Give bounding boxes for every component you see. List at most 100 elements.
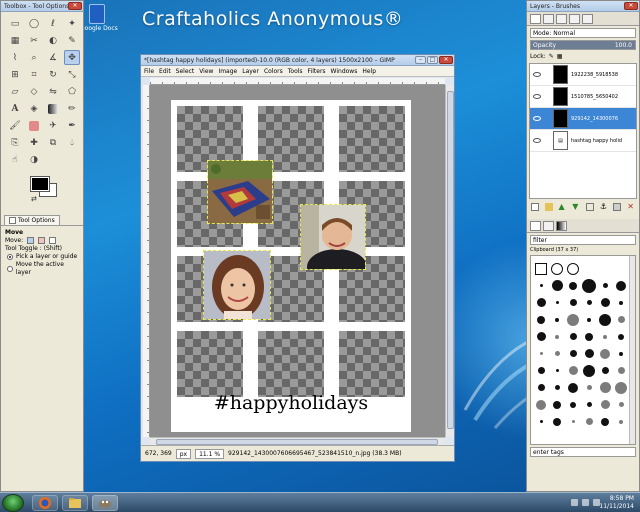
brush-preview[interactable] [536, 399, 546, 410]
dodge-icon[interactable]: ◑ [26, 152, 42, 167]
mask-layer-icon[interactable] [613, 203, 622, 211]
menu-view[interactable]: View [199, 68, 213, 75]
network-icon[interactable] [582, 499, 589, 506]
raise-layer-icon[interactable]: ▲ [559, 203, 567, 211]
menu-filters[interactable]: Filters [308, 68, 326, 75]
brush-preview[interactable] [555, 301, 559, 304]
brush-tags-input[interactable]: enter tags [530, 447, 636, 457]
layers-titlebar[interactable]: Layers - Brushes ✕ [527, 1, 639, 12]
brush-preview[interactable] [617, 316, 625, 323]
brush-scrollbar[interactable] [629, 256, 635, 444]
brush-preview[interactable] [583, 364, 595, 377]
smudge-icon[interactable]: ☝ [7, 152, 23, 167]
menu-edit[interactable]: Edit [159, 68, 171, 75]
photo-quilt-layer[interactable] [207, 160, 273, 224]
brush-preview[interactable] [619, 351, 623, 356]
move-layer-mode-icon[interactable] [27, 237, 35, 244]
radio-pick-layer[interactable]: Pick a layer or guide [5, 253, 79, 261]
brush-preview[interactable] [619, 300, 623, 305]
start-button[interactable] [2, 494, 24, 512]
brush-preview[interactable] [603, 334, 607, 339]
menu-layer[interactable]: Layer [242, 68, 259, 75]
visibility-eye-icon[interactable] [533, 94, 541, 99]
crop-icon[interactable]: ⌗ [26, 67, 42, 82]
visibility-eye-icon[interactable] [533, 138, 541, 143]
vertical-scroll-thumb[interactable] [447, 91, 454, 429]
foreground-select-icon[interactable]: ◐ [45, 33, 61, 48]
new-group-icon[interactable] [544, 203, 553, 211]
maximize-button[interactable]: □ [427, 56, 438, 64]
brush-preview[interactable] [539, 420, 543, 423]
brush-preview[interactable] [600, 298, 610, 307]
brush-preview[interactable] [555, 369, 559, 372]
brush-preview[interactable] [602, 283, 608, 288]
flag-icon[interactable] [571, 499, 578, 506]
brush-filter-input[interactable]: filter [530, 235, 636, 245]
brush-preview[interactable] [615, 381, 627, 394]
perspective-icon[interactable]: ◇ [26, 84, 42, 99]
tab-brushes[interactable] [582, 13, 593, 24]
brush-preview[interactable] [567, 313, 579, 326]
lasso-icon[interactable]: ℓ [45, 16, 61, 31]
tab-paths[interactable] [556, 13, 567, 24]
brush-preview[interactable] [535, 262, 547, 275]
brush-preview[interactable] [587, 317, 591, 322]
delete-layer-icon[interactable]: ✕ [627, 203, 635, 211]
opacity-slider[interactable]: Opacity 100.0 [530, 40, 636, 50]
text-icon[interactable]: A [7, 101, 23, 116]
close-button[interactable]: ✕ [439, 56, 453, 64]
move-selection-mode-icon[interactable] [37, 237, 45, 244]
brush-preview[interactable] [539, 352, 543, 355]
brush-preview[interactable] [551, 262, 563, 275]
photo-boy-layer[interactable] [300, 204, 366, 270]
brush-preview[interactable] [555, 317, 559, 322]
lower-layer-icon[interactable]: ▼ [572, 203, 580, 211]
brush-preview[interactable] [555, 334, 559, 339]
move-icon[interactable]: ✥ [64, 50, 80, 65]
move-path-mode-icon[interactable] [48, 237, 56, 244]
cage-icon[interactable]: ⬠ [64, 84, 80, 99]
ellipse-select-icon[interactable]: ◯ [26, 16, 42, 31]
brush-preview[interactable] [600, 400, 610, 409]
brush-preview[interactable] [584, 349, 594, 358]
menu-select[interactable]: Select [176, 68, 195, 75]
tab-patterns[interactable] [543, 220, 554, 231]
brush-preview[interactable] [568, 382, 578, 393]
swap-colors-icon[interactable]: ⇄ [31, 195, 39, 203]
brush-preview[interactable] [586, 402, 592, 407]
brush-preview[interactable] [554, 385, 560, 390]
layer-row[interactable]: 1922238_5918538 [530, 64, 636, 86]
vertical-ruler[interactable] [143, 85, 150, 437]
flip-icon[interactable]: ⇋ [45, 84, 61, 99]
layer-row[interactable]: 1510785_5650402 [530, 86, 636, 108]
tab-gradients[interactable] [556, 220, 567, 231]
brush-preview[interactable] [536, 332, 546, 341]
brush-preview[interactable] [570, 401, 576, 408]
brush-preview[interactable] [567, 262, 579, 275]
layer-row-selected[interactable]: 929142_14300076 [530, 108, 636, 130]
menu-help[interactable]: Help [362, 68, 376, 75]
brush-preview[interactable] [569, 333, 577, 340]
brush-preview[interactable] [585, 332, 593, 341]
brush-preview[interactable] [618, 402, 624, 407]
image-window-titlebar[interactable]: *[hashtag happy holidays] (imported)-10.… [141, 55, 454, 66]
firefox-taskbar-button[interactable] [32, 495, 58, 511]
ink-icon[interactable]: ✒ [64, 118, 80, 133]
brush-preview[interactable] [586, 300, 592, 305]
duplicate-layer-icon[interactable] [585, 203, 594, 211]
brush-preview[interactable] [537, 367, 545, 374]
tab-tool-options[interactable]: Tool Options [4, 215, 60, 225]
vertical-scrollbar[interactable] [445, 85, 454, 437]
brush-preview[interactable] [601, 367, 609, 374]
brush-preview[interactable] [569, 350, 577, 357]
rotate-icon[interactable]: ↻ [45, 67, 61, 82]
brush-preview[interactable] [586, 385, 592, 390]
zoom-select[interactable]: 11.1 % [195, 448, 225, 459]
brush-preview[interactable] [616, 280, 626, 291]
perspective-clone-icon[interactable]: ⧉ [45, 135, 61, 150]
brush-preview[interactable] [617, 367, 625, 374]
units-select[interactable]: px [175, 448, 192, 459]
measure-icon[interactable]: ∡ [45, 50, 61, 65]
explorer-taskbar-button[interactable] [62, 495, 88, 511]
menu-file[interactable]: File [144, 68, 154, 75]
